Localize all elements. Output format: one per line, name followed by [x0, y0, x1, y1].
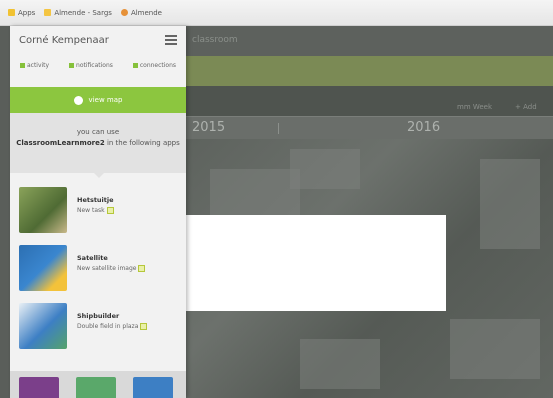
app-name: Satellite: [77, 254, 108, 262]
map-block: [480, 159, 540, 249]
app-sub: Double field in plaza: [77, 323, 148, 330]
app-thumbnail: [19, 303, 67, 349]
map-block: [300, 339, 380, 389]
app-sub: New task: [77, 207, 114, 214]
stat-notifications[interactable]: notifications: [69, 62, 113, 69]
app-toolbar: mm Week + Add: [180, 101, 553, 115]
user-name: Corné Kempenaar: [19, 35, 109, 46]
timeline-year-left: 2015: [192, 120, 226, 135]
folder-icon: [44, 9, 52, 16]
stat-activity[interactable]: activity: [19, 62, 49, 69]
timeline-tick: [278, 123, 279, 134]
notifications-icon: [69, 63, 75, 68]
toolbar-add[interactable]: + Add: [515, 103, 537, 111]
activity-icon: [19, 63, 25, 68]
bookmark-icon: [120, 9, 128, 16]
app-item-hetstuitje[interactable]: Hetstuitje New task: [10, 181, 186, 237]
app-item-shipbuilder[interactable]: Shipbuilder Double field in plaza: [10, 297, 186, 353]
app-header-title: classroom: [192, 35, 238, 45]
app-green-bar: [180, 56, 553, 86]
app-item-satellite[interactable]: Satellite New satellite image: [10, 239, 186, 295]
badge-icon: [138, 265, 146, 272]
info-app-name: ClassroomLearnmore2: [16, 139, 105, 147]
timeline-year: 2016: [407, 120, 441, 135]
apps-icon: [8, 9, 15, 16]
app-icon-purple[interactable]: [19, 377, 59, 398]
timeline: 2015 2016: [180, 116, 553, 140]
badge-icon: [140, 323, 148, 330]
map-block: [450, 319, 540, 379]
app-thumbnail: [19, 187, 67, 233]
stat-connections[interactable]: connections: [132, 62, 176, 69]
bookmark-apps[interactable]: Apps: [8, 9, 35, 17]
bookmarks-bar: Apps Almende - Sargs Almende: [0, 0, 553, 26]
menu-icon[interactable]: [165, 35, 177, 45]
sidebar-header: Corné Kempenaar: [10, 26, 186, 56]
info-rest: in the following apps: [106, 139, 180, 147]
stats-row: activity notifications connections: [10, 62, 186, 69]
eye-icon: [73, 95, 83, 105]
app-name: Shipbuilder: [77, 312, 120, 320]
info-line: you can use: [76, 128, 120, 136]
background-app: classroom mm Week + Add 2015 2016: [180, 26, 553, 398]
toolbar-week[interactable]: mm Week: [457, 103, 492, 111]
app-header: classroom: [180, 26, 553, 56]
app-icon-blue[interactable]: [133, 377, 173, 398]
app-list: Hetstuitje New task Satellite New satell…: [10, 181, 186, 355]
more-apps-strip: [10, 371, 186, 398]
app-name: Hetstuitje: [77, 196, 114, 204]
bookmark-folder[interactable]: Almende - Sargs: [44, 9, 112, 17]
info-panel: you can use ClassroomLearnmore2 in the f…: [10, 113, 186, 173]
app-icon-green[interactable]: [76, 377, 116, 398]
connections-icon: [132, 63, 138, 68]
sidebar: Corné Kempenaar activity notifications c…: [10, 26, 186, 398]
caret-down-icon: [94, 173, 104, 178]
app-sub: New satellite image: [77, 265, 146, 272]
view-map-button[interactable]: view map: [10, 87, 186, 113]
app-thumbnail: [19, 245, 67, 291]
white-overlay: [180, 215, 446, 311]
map-block: [290, 149, 360, 189]
bookmark-almende[interactable]: Almende: [120, 9, 162, 17]
badge-icon: [106, 207, 114, 214]
